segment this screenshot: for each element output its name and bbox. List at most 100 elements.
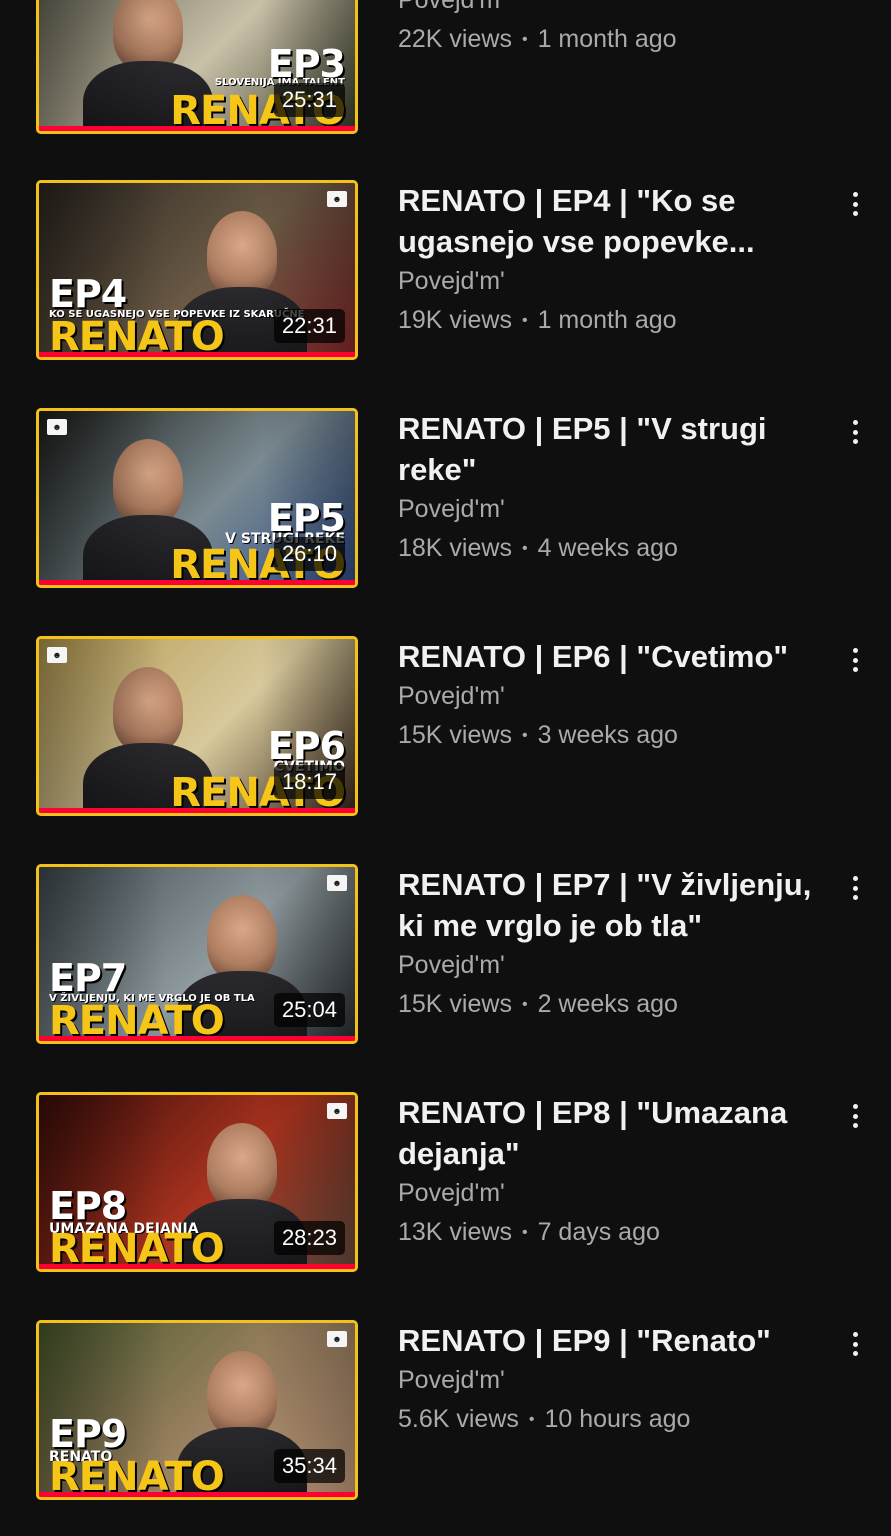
- view-count: 19K views: [398, 306, 512, 334]
- view-count: 5.6K views: [398, 1405, 519, 1433]
- channel-name[interactable]: Povejd'm': [398, 677, 818, 716]
- video-stats: 22K views • 1 month ago: [398, 20, 818, 59]
- video-stats: 5.6K views • 10 hours ago: [398, 1400, 818, 1439]
- upload-age: 7 days ago: [537, 1218, 660, 1246]
- more-options-icon[interactable]: [842, 1328, 868, 1360]
- episode-overlay-label: EP9: [49, 1412, 127, 1456]
- brand-overlay-label: RENATO: [49, 314, 225, 360]
- more-dot: [852, 885, 858, 891]
- channel-logo-icon: ☻: [327, 191, 347, 207]
- more-dot: [852, 420, 858, 425]
- video-stats: 13K views • 7 days ago: [398, 1213, 818, 1252]
- brand-overlay-label: RENATO: [49, 998, 225, 1044]
- video-thumbnail[interactable]: ☻ EP8 UMAZANA DEJANJA RENATO 28:23: [36, 1092, 358, 1272]
- video-list: EP3SLOVENIJA IMA TALENTRENATO25:31ima ta…: [0, 0, 891, 1536]
- channel-logo-icon: ☻: [47, 647, 67, 663]
- duration-badge: 26:10: [273, 537, 345, 571]
- video-title[interactable]: RENATO | EP6 | "Cvetimo": [398, 636, 818, 677]
- watch-progress-bar: [39, 1036, 355, 1041]
- more-options-icon[interactable]: [842, 872, 868, 904]
- video-metadata: RENATO | EP4 | "Ko se ugasnejo vse popev…: [398, 180, 818, 340]
- duration-badge: 28:23: [273, 1221, 345, 1255]
- video-stats: 15K views • 3 weeks ago: [398, 716, 818, 755]
- meta-separator: •: [521, 996, 528, 1013]
- video-thumbnail[interactable]: ☻ EP4 KO SE UGASNEJO VSE POPEVKE IZ SKARUČ…: [36, 180, 358, 360]
- meta-separator: •: [521, 540, 528, 557]
- more-dot: [852, 429, 858, 435]
- more-dot: [852, 648, 858, 653]
- video-list-item[interactable]: ☻EP6CVETIMORENATO18:17 RENATO | EP6 | "Cv…: [0, 636, 891, 826]
- more-dot: [852, 439, 858, 444]
- channel-name[interactable]: Povejd'm': [398, 490, 818, 529]
- channel-name[interactable]: Povejd'm': [398, 262, 818, 301]
- meta-separator: •: [521, 31, 528, 48]
- video-list-item[interactable]: ☻ EP4 KO SE UGASNEJO VSE POPEVKE IZ SKARUČ…: [0, 180, 891, 370]
- channel-name[interactable]: Povejd'm': [398, 1361, 818, 1400]
- meta-separator: •: [521, 312, 528, 329]
- upload-age: 1 month ago: [537, 306, 677, 334]
- more-dot: [852, 876, 858, 881]
- more-dot: [852, 1104, 858, 1109]
- upload-age: 3 weeks ago: [537, 721, 678, 749]
- duration-badge: 35:34: [273, 1449, 345, 1483]
- video-title[interactable]: RENATO | EP4 | "Ko se ugasnejo vse popev…: [398, 180, 818, 262]
- upload-age: 1 month ago: [537, 25, 677, 53]
- meta-separator: •: [521, 727, 528, 744]
- more-dot: [852, 192, 858, 197]
- duration-badge: 18:17: [273, 765, 345, 799]
- video-thumbnail[interactable]: ☻EP5V STRUGI REKERENATO26:10: [36, 408, 358, 588]
- channel-logo-icon: ☻: [327, 1331, 347, 1347]
- watch-progress-bar: [39, 580, 355, 585]
- video-stats: 19K views • 1 month ago: [398, 301, 818, 340]
- video-list-item[interactable]: EP3SLOVENIJA IMA TALENTRENATO25:31ima ta…: [0, 0, 891, 144]
- more-dot: [852, 1123, 858, 1128]
- video-metadata: RENATO | EP9 | "Renato" Povejd'm' 5.6K vie…: [398, 1320, 818, 1439]
- channel-logo-icon: ☻: [327, 1103, 347, 1119]
- channel-name[interactable]: Povejd'm': [398, 1174, 818, 1213]
- view-count: 22K views: [398, 25, 512, 53]
- video-metadata: RENATO | EP5 | "V strugi reke" Povejd'm' 1…: [398, 408, 818, 568]
- watch-progress-bar: [39, 126, 355, 131]
- video-thumbnail[interactable]: EP3SLOVENIJA IMA TALENTRENATO25:31: [36, 0, 358, 134]
- brand-overlay-label: RENATO: [49, 1454, 225, 1500]
- view-count: 18K views: [398, 534, 512, 562]
- duration-badge: 22:31: [273, 309, 345, 343]
- view-count: 15K views: [398, 721, 512, 749]
- channel-name[interactable]: Povejd'm': [398, 0, 818, 20]
- more-dot: [852, 1332, 858, 1337]
- more-dot: [852, 667, 858, 672]
- more-options-icon[interactable]: [842, 416, 868, 448]
- brand-overlay-label: RENATO: [49, 1226, 225, 1272]
- more-options-icon[interactable]: [842, 1100, 868, 1132]
- more-options-icon[interactable]: [842, 188, 868, 220]
- channel-logo-icon: ☻: [47, 419, 67, 435]
- more-dot: [852, 1341, 858, 1347]
- upload-age: 4 weeks ago: [537, 534, 678, 562]
- view-count: 15K views: [398, 990, 512, 1018]
- video-title[interactable]: RENATO | EP9 | "Renato": [398, 1320, 818, 1361]
- video-stats: 15K views • 2 weeks ago: [398, 985, 818, 1024]
- video-thumbnail[interactable]: ☻EP6CVETIMORENATO18:17: [36, 636, 358, 816]
- video-list-item[interactable]: ☻ EP7 V ŽIVLJENJU, KI ME VRGLO JE OB TLA RE…: [0, 864, 891, 1054]
- video-title[interactable]: RENATO | EP5 | "V strugi reke": [398, 408, 818, 490]
- watch-progress-bar: [39, 808, 355, 813]
- more-dot: [852, 895, 858, 900]
- video-thumbnail[interactable]: ☻ EP9 RENATO RENATO 35:34: [36, 1320, 358, 1500]
- video-metadata: RENATO | EP6 | "Cvetimo" Povejd'm' 15K vie…: [398, 636, 818, 755]
- video-thumbnail[interactable]: ☻ EP7 V ŽIVLJENJU, KI ME VRGLO JE OB TLA RE…: [36, 864, 358, 1044]
- watch-progress-bar: [39, 1492, 355, 1497]
- watch-progress-bar: [39, 1264, 355, 1269]
- channel-name[interactable]: Povejd'm': [398, 946, 818, 985]
- episode-overlay-label: EP4: [49, 272, 127, 316]
- video-list-item[interactable]: ☻ EP8 UMAZANA DEJANJA RENATO 28:23 RENATO | E…: [0, 1092, 891, 1282]
- video-list-item[interactable]: ☻ EP9 RENATO RENATO 35:34 RENATO | EP9 | "Ren…: [0, 1320, 891, 1510]
- more-dot: [852, 657, 858, 663]
- episode-overlay-label: EP7: [49, 956, 127, 1000]
- video-metadata: ima talent"Povejd'm'22K views•1 month ag…: [398, 0, 818, 59]
- video-title[interactable]: RENATO | EP7 | "V življenju, ki me vrglo…: [398, 864, 818, 946]
- watch-progress-bar: [39, 352, 355, 357]
- duration-badge: 25:31: [273, 83, 345, 117]
- video-title[interactable]: RENATO | EP8 | "Umazana dejanja": [398, 1092, 818, 1174]
- video-list-item[interactable]: ☻EP5V STRUGI REKERENATO26:10RENATO | EP5…: [0, 408, 891, 598]
- more-options-icon[interactable]: [842, 644, 868, 676]
